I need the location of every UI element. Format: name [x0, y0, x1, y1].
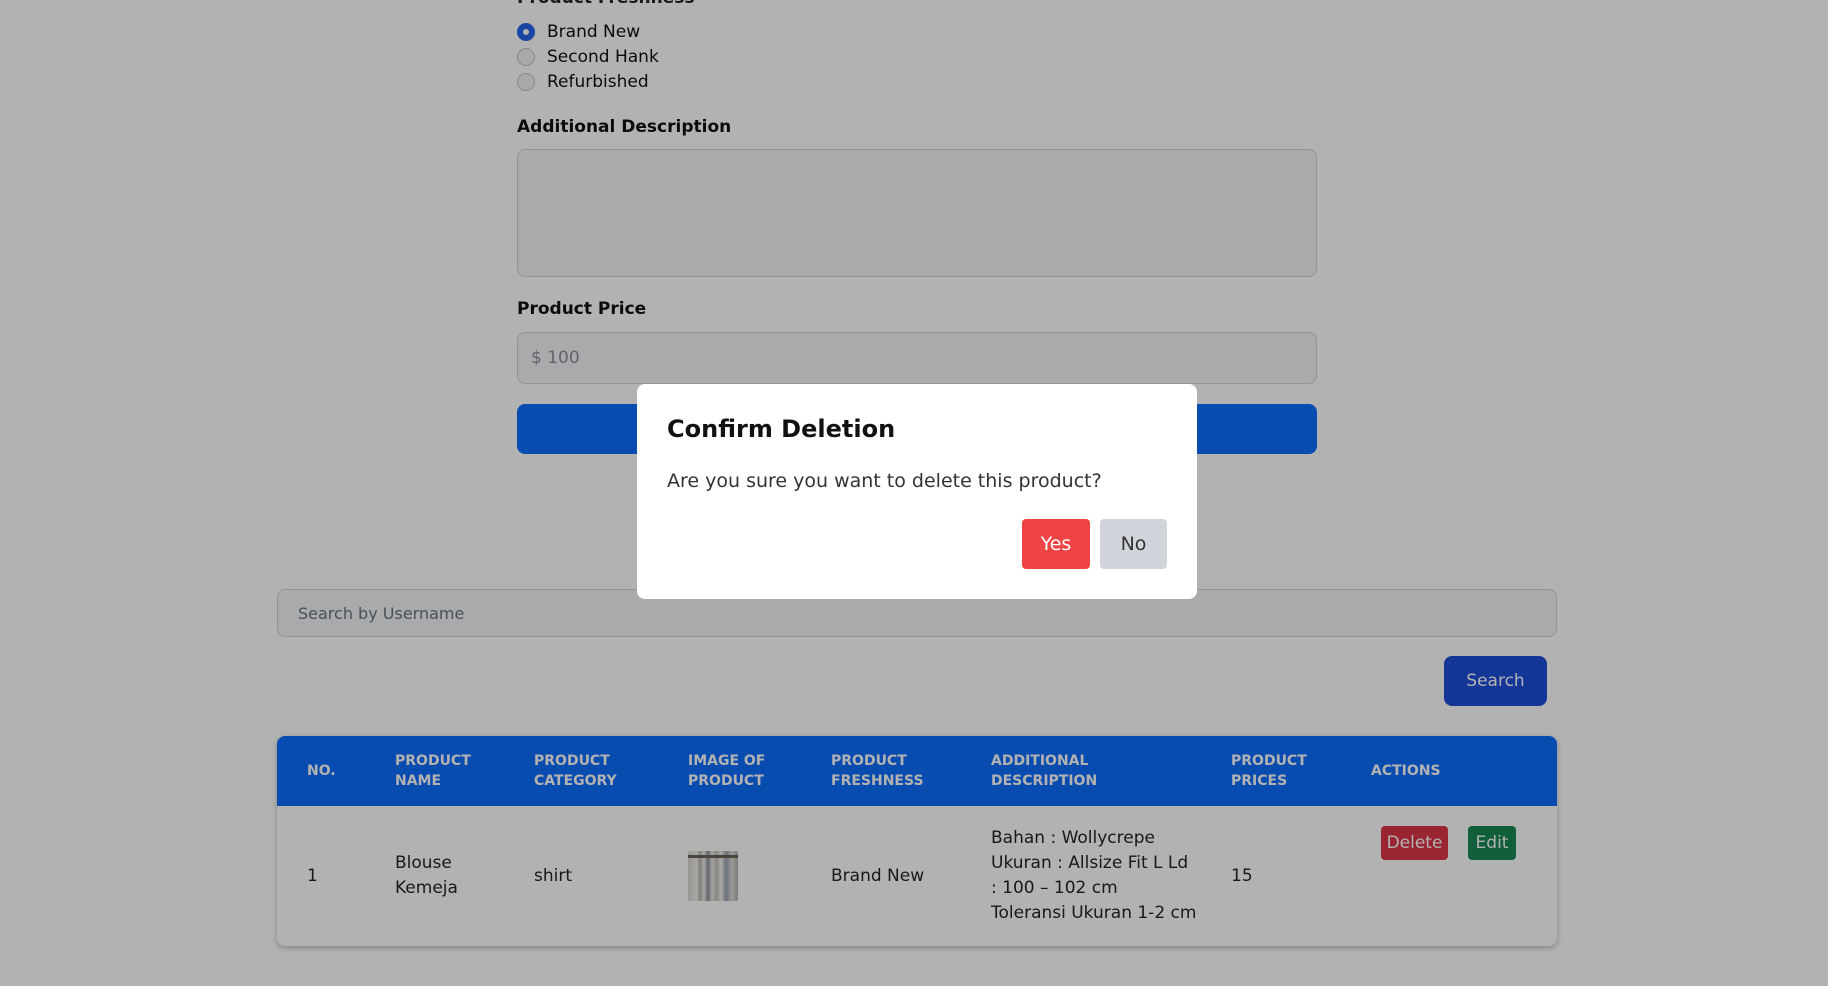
- confirm-no-button[interactable]: No: [1100, 519, 1167, 569]
- modal-title: Confirm Deletion: [667, 415, 896, 443]
- modal-message: Are you sure you want to delete this pro…: [667, 470, 1102, 492]
- page: Product Freshness Brand New Second Hank …: [0, 0, 1828, 986]
- confirm-delete-modal: Confirm Deletion Are you sure you want t…: [637, 384, 1197, 599]
- confirm-yes-button[interactable]: Yes: [1022, 519, 1090, 569]
